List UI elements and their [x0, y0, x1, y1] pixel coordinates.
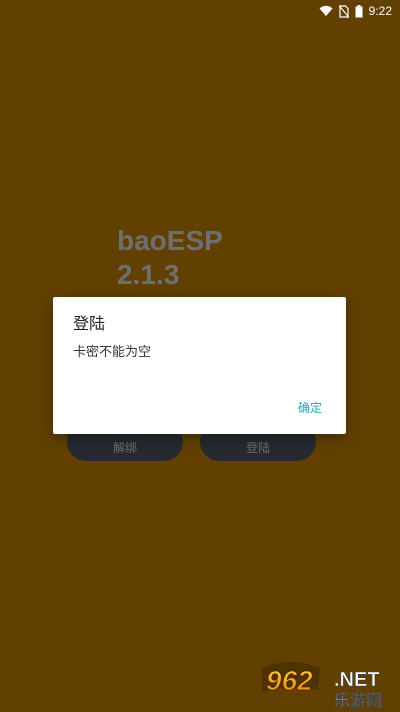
watermark-suffix: .NET	[334, 669, 380, 691]
confirm-button[interactable]: 确定	[298, 400, 322, 416]
watermark-number: 962	[266, 665, 313, 696]
app-screen: 9:22 baoESP 2.1.3 解绑 登陆 登陆 卡密不能为空 确定 962…	[0, 0, 400, 712]
watermark-cn: 乐游网	[334, 691, 382, 710]
site-watermark: 962 .NET 乐游网	[260, 660, 400, 712]
alert-dialog: 登陆 卡密不能为空 确定	[53, 297, 346, 434]
dialog-title: 登陆	[73, 314, 106, 333]
dialog-message: 卡密不能为空	[73, 345, 152, 360]
